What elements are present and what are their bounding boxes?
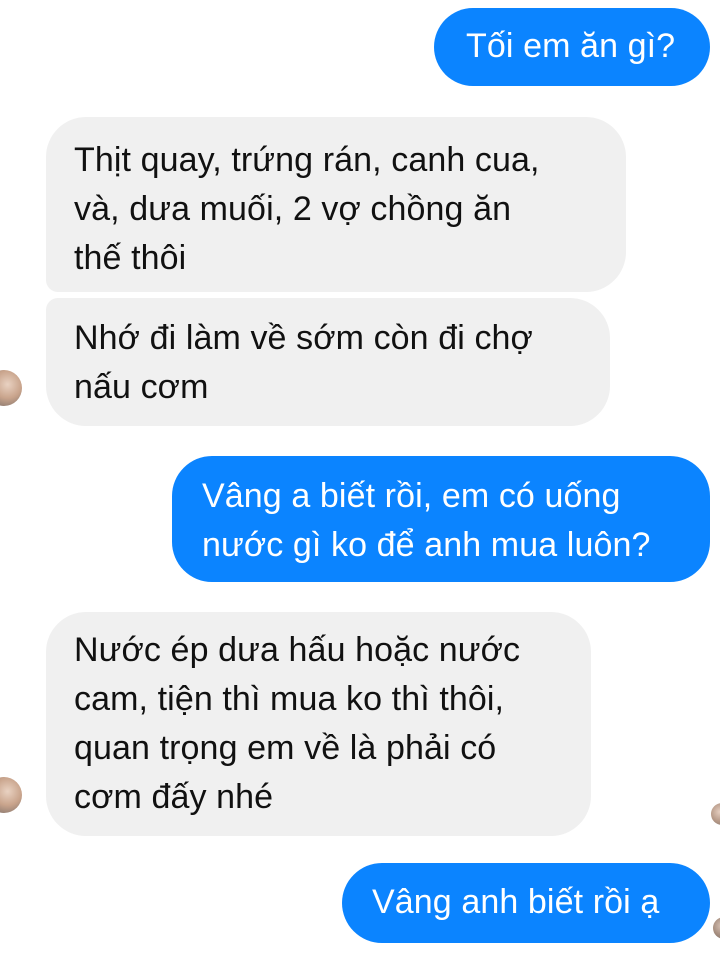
incoming-message-bubble[interactable]: Thịt quay, trứng rán, canh cua, và, dưa … — [46, 117, 626, 292]
incoming-message-bubble[interactable]: Nước ép dưa hấu hoặc nước cam, tiện thì … — [46, 612, 591, 836]
chat-thread: Tối em ăn gì? Thịt quay, trứng rán, canh… — [0, 0, 720, 960]
outgoing-message-bubble[interactable]: Vâng a biết rồi, em có uống nước gì ko đ… — [172, 456, 710, 582]
read-receipt-avatar-icon — [713, 917, 720, 939]
outgoing-message-bubble[interactable]: Tối em ăn gì? — [434, 8, 710, 86]
read-receipt-avatar-icon — [711, 803, 720, 825]
outgoing-message-bubble[interactable]: Vâng anh biết rồi ạ — [342, 863, 710, 943]
contact-avatar-icon[interactable] — [0, 777, 22, 813]
contact-avatar-icon[interactable] — [0, 370, 22, 406]
incoming-message-bubble[interactable]: Nhớ đi làm về sớm còn đi chợ nấu cơm — [46, 298, 610, 426]
